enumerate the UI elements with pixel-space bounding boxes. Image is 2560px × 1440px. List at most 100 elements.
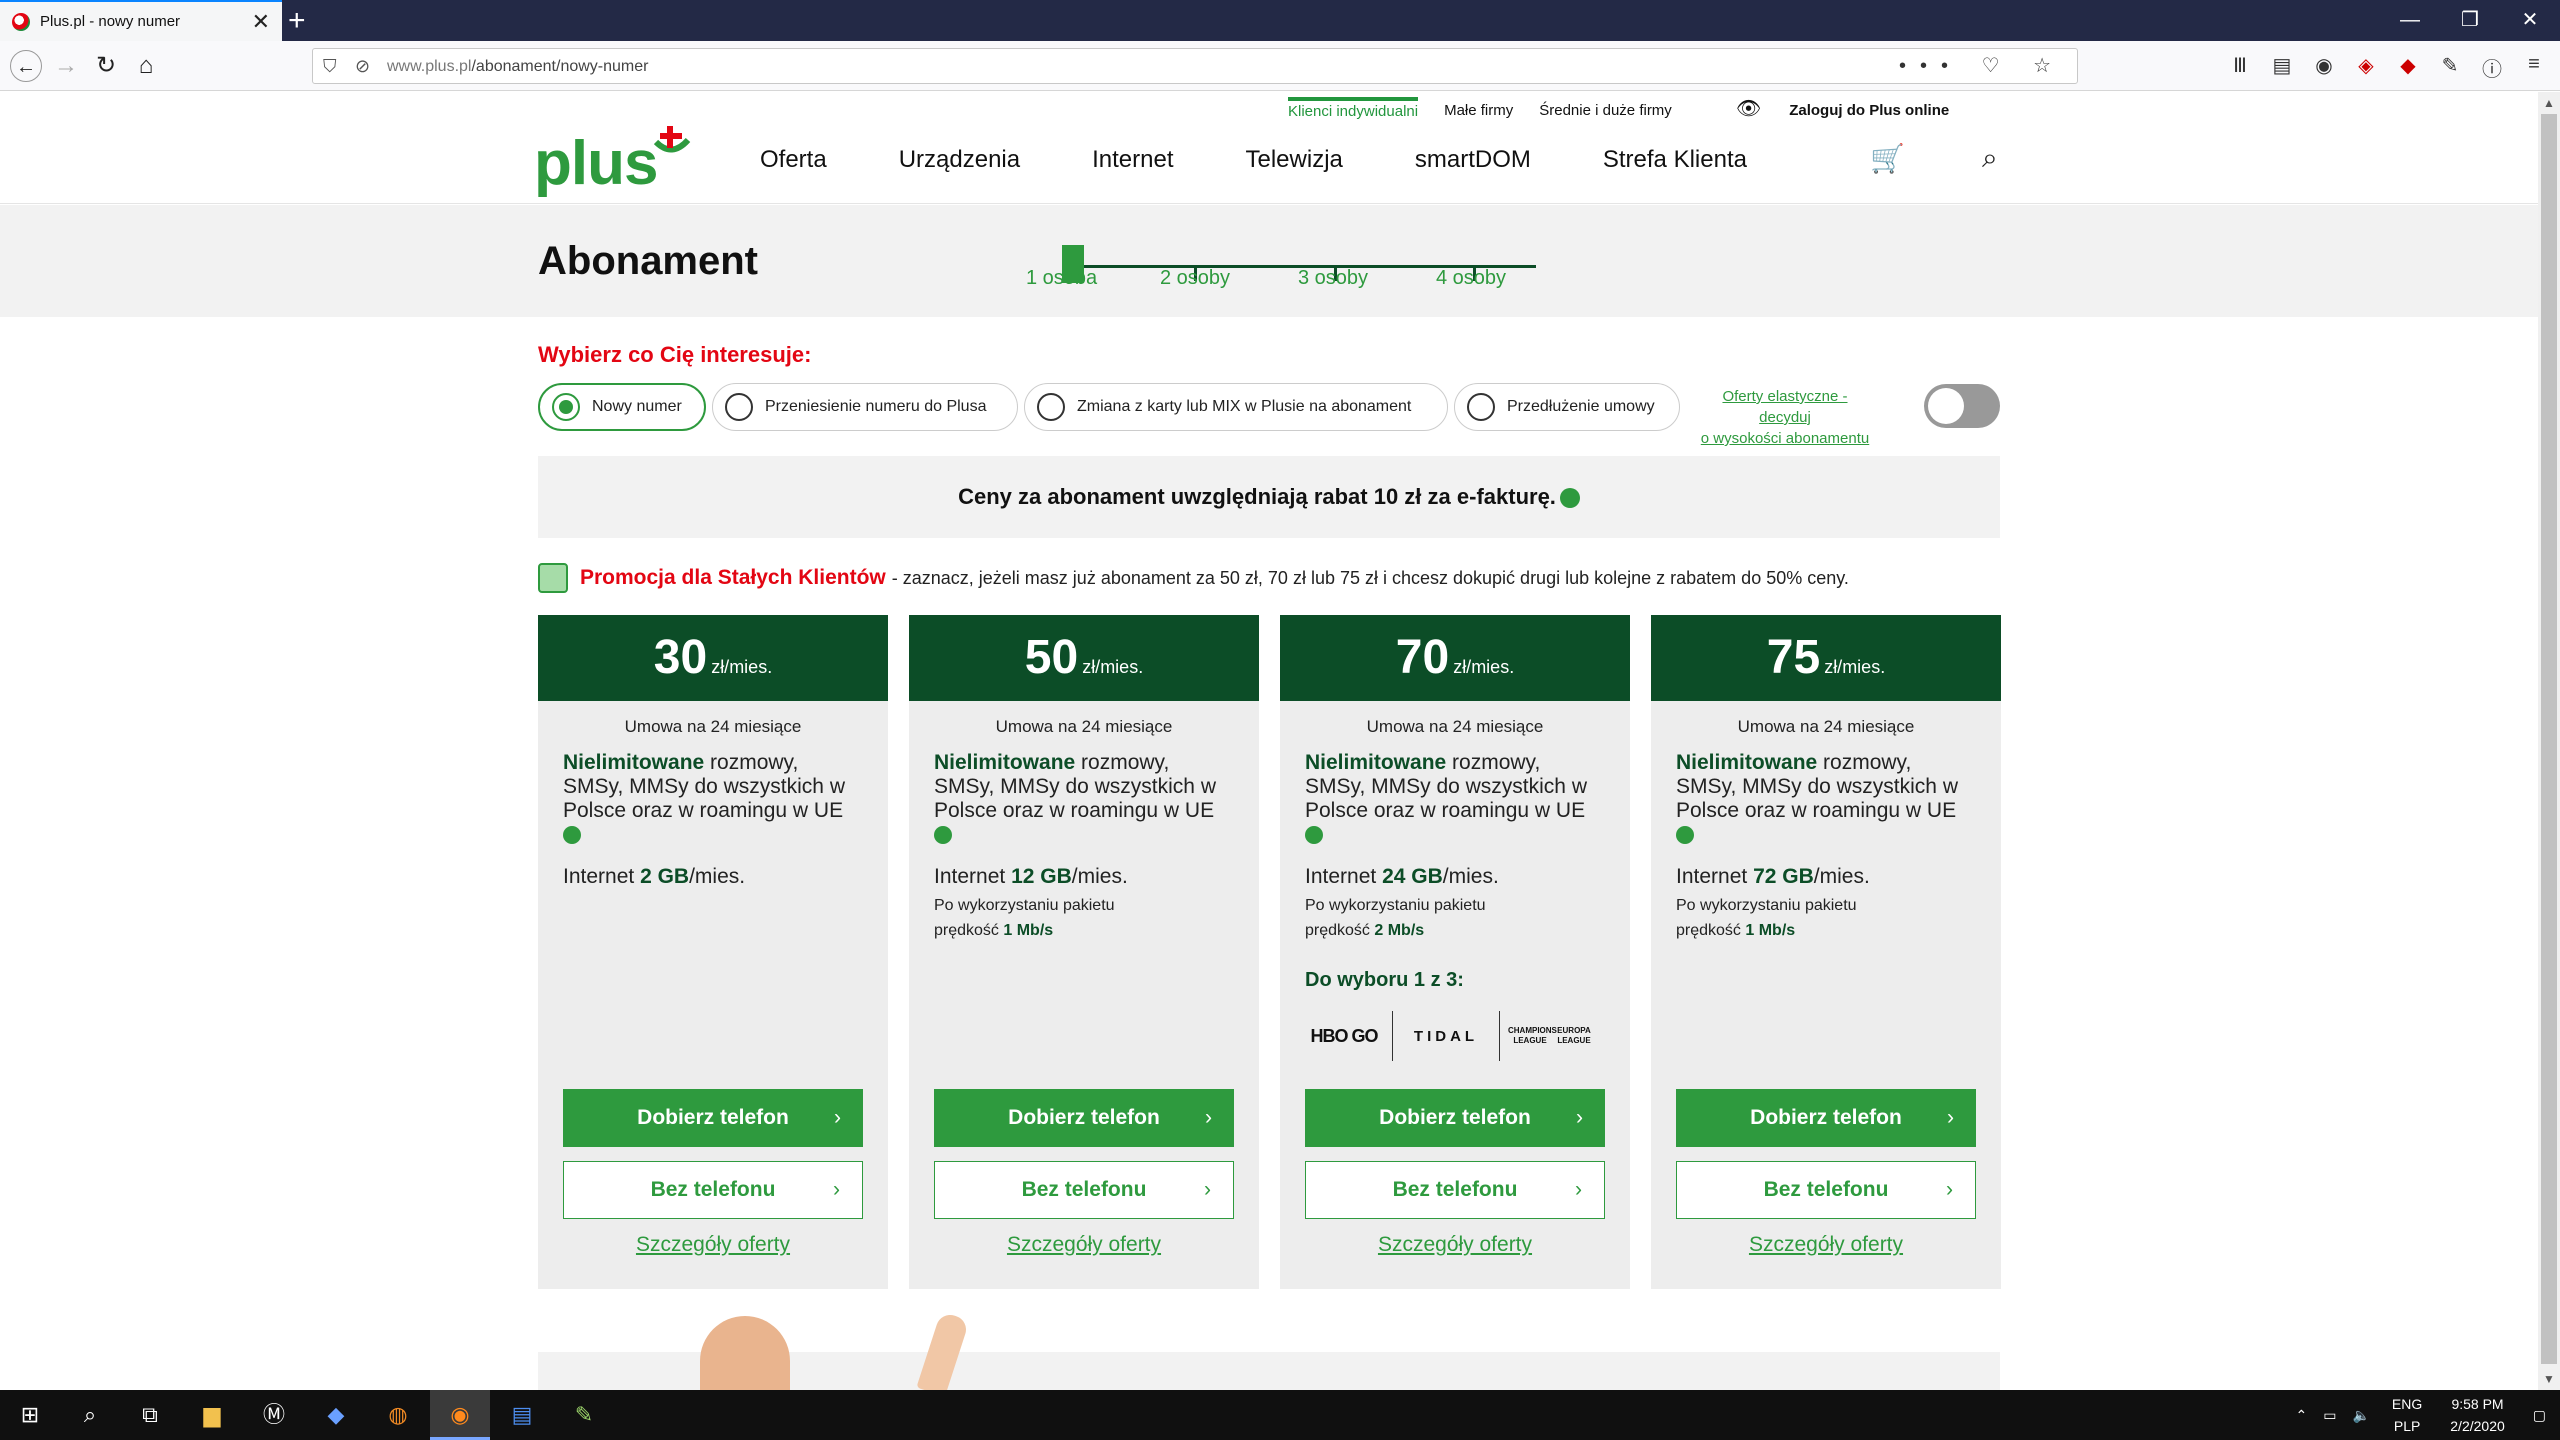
info-icon[interactable] — [1559, 488, 1580, 509]
choice-heading: Do wyboru 1 z 3: — [1305, 969, 1464, 991]
clock[interactable]: 9:58 PM 2/2/2020 — [2450, 1393, 2505, 1437]
page-scrollbar[interactable]: ▲ ▼ — [2538, 92, 2560, 1390]
reload-icon[interactable]: ↻ — [90, 50, 122, 82]
chrome-icon[interactable]: ◍ — [368, 1390, 428, 1440]
paint-icon[interactable]: ✎ — [554, 1390, 614, 1440]
menu-internet[interactable]: Internet — [1092, 146, 1173, 174]
info-icon[interactable] — [934, 826, 952, 845]
new-tab-icon[interactable]: + — [288, 4, 306, 38]
forward-icon[interactable]: → — [50, 50, 82, 82]
info-icon[interactable] — [1305, 826, 1323, 845]
file-explorer-icon[interactable]: ▆ — [182, 1390, 242, 1440]
eye-icon[interactable]: 👁 — [1736, 96, 1761, 121]
network-icon[interactable]: ▭ — [2323, 1407, 2336, 1424]
info-icon[interactable]: ⓘ — [2480, 53, 2504, 82]
choose-phone-button[interactable]: Dobierz telefon › — [563, 1089, 863, 1147]
app-blue-icon[interactable]: ◆ — [306, 1390, 366, 1440]
without-phone-button[interactable]: Bez telefonu › — [563, 1161, 863, 1219]
menu-smartdom[interactable]: smartDOM — [1415, 146, 1531, 174]
menu-urzadzenia[interactable]: Urządzenia — [899, 146, 1020, 174]
scroll-down-icon[interactable]: ▼ — [2538, 1372, 2560, 1386]
segment-individual[interactable]: Klienci indywidualni — [1288, 97, 1419, 120]
tray-chevron-icon[interactable]: ⌃ — [2296, 1407, 2308, 1424]
extension-icon[interactable]: ◆ — [2396, 53, 2420, 82]
back-icon[interactable]: ← — [10, 50, 42, 82]
champions-league-logo[interactable]: CHAMPIONS LEAGUE — [1508, 1026, 1557, 1046]
step-2-label[interactable]: 2 osoby — [1160, 267, 1230, 290]
without-phone-button[interactable]: Bez telefonu › — [934, 1161, 1234, 1219]
without-phone-button[interactable]: Bez telefonu › — [1305, 1161, 1605, 1219]
menu-icon[interactable]: ≡ — [2522, 53, 2546, 82]
url-text[interactable]: www.plus.pl/abonament/nowy-numer — [387, 58, 648, 76]
option-prepaid-change[interactable]: Zmiana z karty lub MIX w Plusie na abona… — [1024, 383, 1448, 431]
segment-small-business[interactable]: Małe firmy — [1444, 98, 1513, 119]
radio-icon[interactable] — [1037, 393, 1065, 421]
url-bar[interactable]: ⛉ ⊘ www.plus.pl/abonament/nowy-numer •••… — [312, 48, 2078, 84]
library-icon[interactable]: Ⅲ — [2228, 53, 2252, 82]
task-view-icon[interactable]: ⧉ — [120, 1390, 180, 1440]
insecure-lock-icon[interactable]: ⊘ — [355, 56, 370, 77]
step-1-label[interactable]: 1 osoba — [1026, 267, 1097, 290]
plan-price: 50 zł/mies. — [909, 615, 1259, 701]
choose-phone-button[interactable]: Dobierz telefon › — [934, 1089, 1234, 1147]
shield-icon[interactable]: ⛉ — [323, 56, 337, 77]
home-icon[interactable]: ⌂ — [130, 50, 162, 82]
offer-details-link[interactable]: Szczegóły oferty — [909, 1233, 1259, 1257]
radio-icon[interactable] — [725, 393, 753, 421]
info-icon[interactable] — [1676, 826, 1694, 845]
browser-navbar: ← → ↻ ⌂ ⛉ ⊘ www.plus.pl/abonament/nowy-n… — [0, 41, 2560, 91]
close-tab-icon[interactable]: ✕ — [252, 9, 270, 35]
search-icon[interactable]: ⌕ — [1982, 142, 1998, 175]
offer-details-link[interactable]: Szczegóły oferty — [1280, 1233, 1630, 1257]
browser-tab[interactable]: Plus.pl - nowy numer ✕ — [0, 0, 282, 41]
step-3-label[interactable]: 3 osoby — [1298, 267, 1368, 290]
option-label: Przeniesienie numeru do Plusa — [765, 398, 987, 415]
minimize-icon[interactable]: — — [2380, 0, 2440, 41]
login-link[interactable]: Zaloguj do Plus online — [1789, 98, 1949, 119]
firefox-icon[interactable]: ◉ — [430, 1390, 490, 1440]
hbo-go-logo[interactable]: HBO GO — [1304, 1026, 1384, 1047]
app-m-icon[interactable]: Ⓜ — [244, 1390, 304, 1440]
document-icon[interactable]: ▤ — [492, 1390, 552, 1440]
url-actions[interactable]: ••• ♡ ☆ — [1899, 53, 2065, 78]
radio-icon[interactable] — [1467, 393, 1495, 421]
eyedropper-icon[interactable]: ✎ — [2438, 53, 2462, 82]
close-window-icon[interactable]: ✕ — [2500, 0, 2560, 41]
europa-league-logo[interactable]: EUROPA LEAGUE — [1552, 1026, 1596, 1046]
elastic-offers-link[interactable]: Oferty elastyczne - decyduj o wysokości … — [1700, 386, 1870, 449]
promo-checkbox[interactable] — [538, 563, 568, 593]
choose-phone-button[interactable]: Dobierz telefon › — [1676, 1089, 1976, 1147]
tidal-logo[interactable]: TIDAL — [1401, 1028, 1491, 1045]
radio-icon[interactable] — [552, 393, 580, 421]
option-port-number[interactable]: Przeniesienie numeru do Plusa — [712, 383, 1018, 431]
cart-icon[interactable]: 🛒 — [1870, 142, 1905, 175]
step-4-label[interactable]: 4 osoby — [1436, 267, 1506, 290]
info-icon[interactable] — [563, 826, 581, 845]
without-phone-button[interactable]: Bez telefonu › — [1676, 1161, 1976, 1219]
restore-icon[interactable]: ❐ — [2440, 0, 2500, 41]
elastic-offers-toggle[interactable] — [1924, 384, 2000, 428]
account-icon[interactable]: ◉ — [2312, 53, 2336, 82]
notifications-icon[interactable]: ▢ — [2533, 1407, 2546, 1424]
plus-logo[interactable]: plus — [534, 126, 691, 199]
adblock-icon[interactable]: ◈ — [2354, 53, 2378, 82]
search-taskbar-icon[interactable]: ⌕ — [60, 1390, 120, 1440]
offer-details-link[interactable]: Szczegóły oferty — [538, 1233, 888, 1257]
chevron-right-icon: › — [1205, 1106, 1212, 1129]
menu-oferta[interactable]: Oferta — [760, 146, 827, 174]
option-renewal[interactable]: Przedłużenie umowy — [1454, 383, 1680, 431]
scroll-up-icon[interactable]: ▲ — [2538, 96, 2560, 110]
scroll-thumb[interactable] — [2541, 114, 2557, 1364]
menu-telewizja[interactable]: Telewizja — [1246, 146, 1343, 174]
option-label: Przedłużenie umowy — [1507, 398, 1655, 415]
sidebar-icon[interactable]: ▤ — [2270, 53, 2294, 82]
persons-stepper[interactable] — [1060, 243, 1536, 293]
segment-large-business[interactable]: Średnie i duże firmy — [1539, 98, 1672, 119]
volume-icon[interactable]: 🔈 — [2352, 1407, 2369, 1424]
option-new-number[interactable]: Nowy numer — [538, 383, 706, 431]
offer-details-link[interactable]: Szczegóły oferty — [1651, 1233, 2001, 1257]
language-indicator[interactable]: ENG PLP — [2392, 1393, 2422, 1437]
choose-phone-button[interactable]: Dobierz telefon › — [1305, 1089, 1605, 1147]
menu-strefa-klienta[interactable]: Strefa Klienta — [1603, 146, 1747, 174]
windows-start-icon[interactable]: ⊞ — [0, 1390, 60, 1440]
